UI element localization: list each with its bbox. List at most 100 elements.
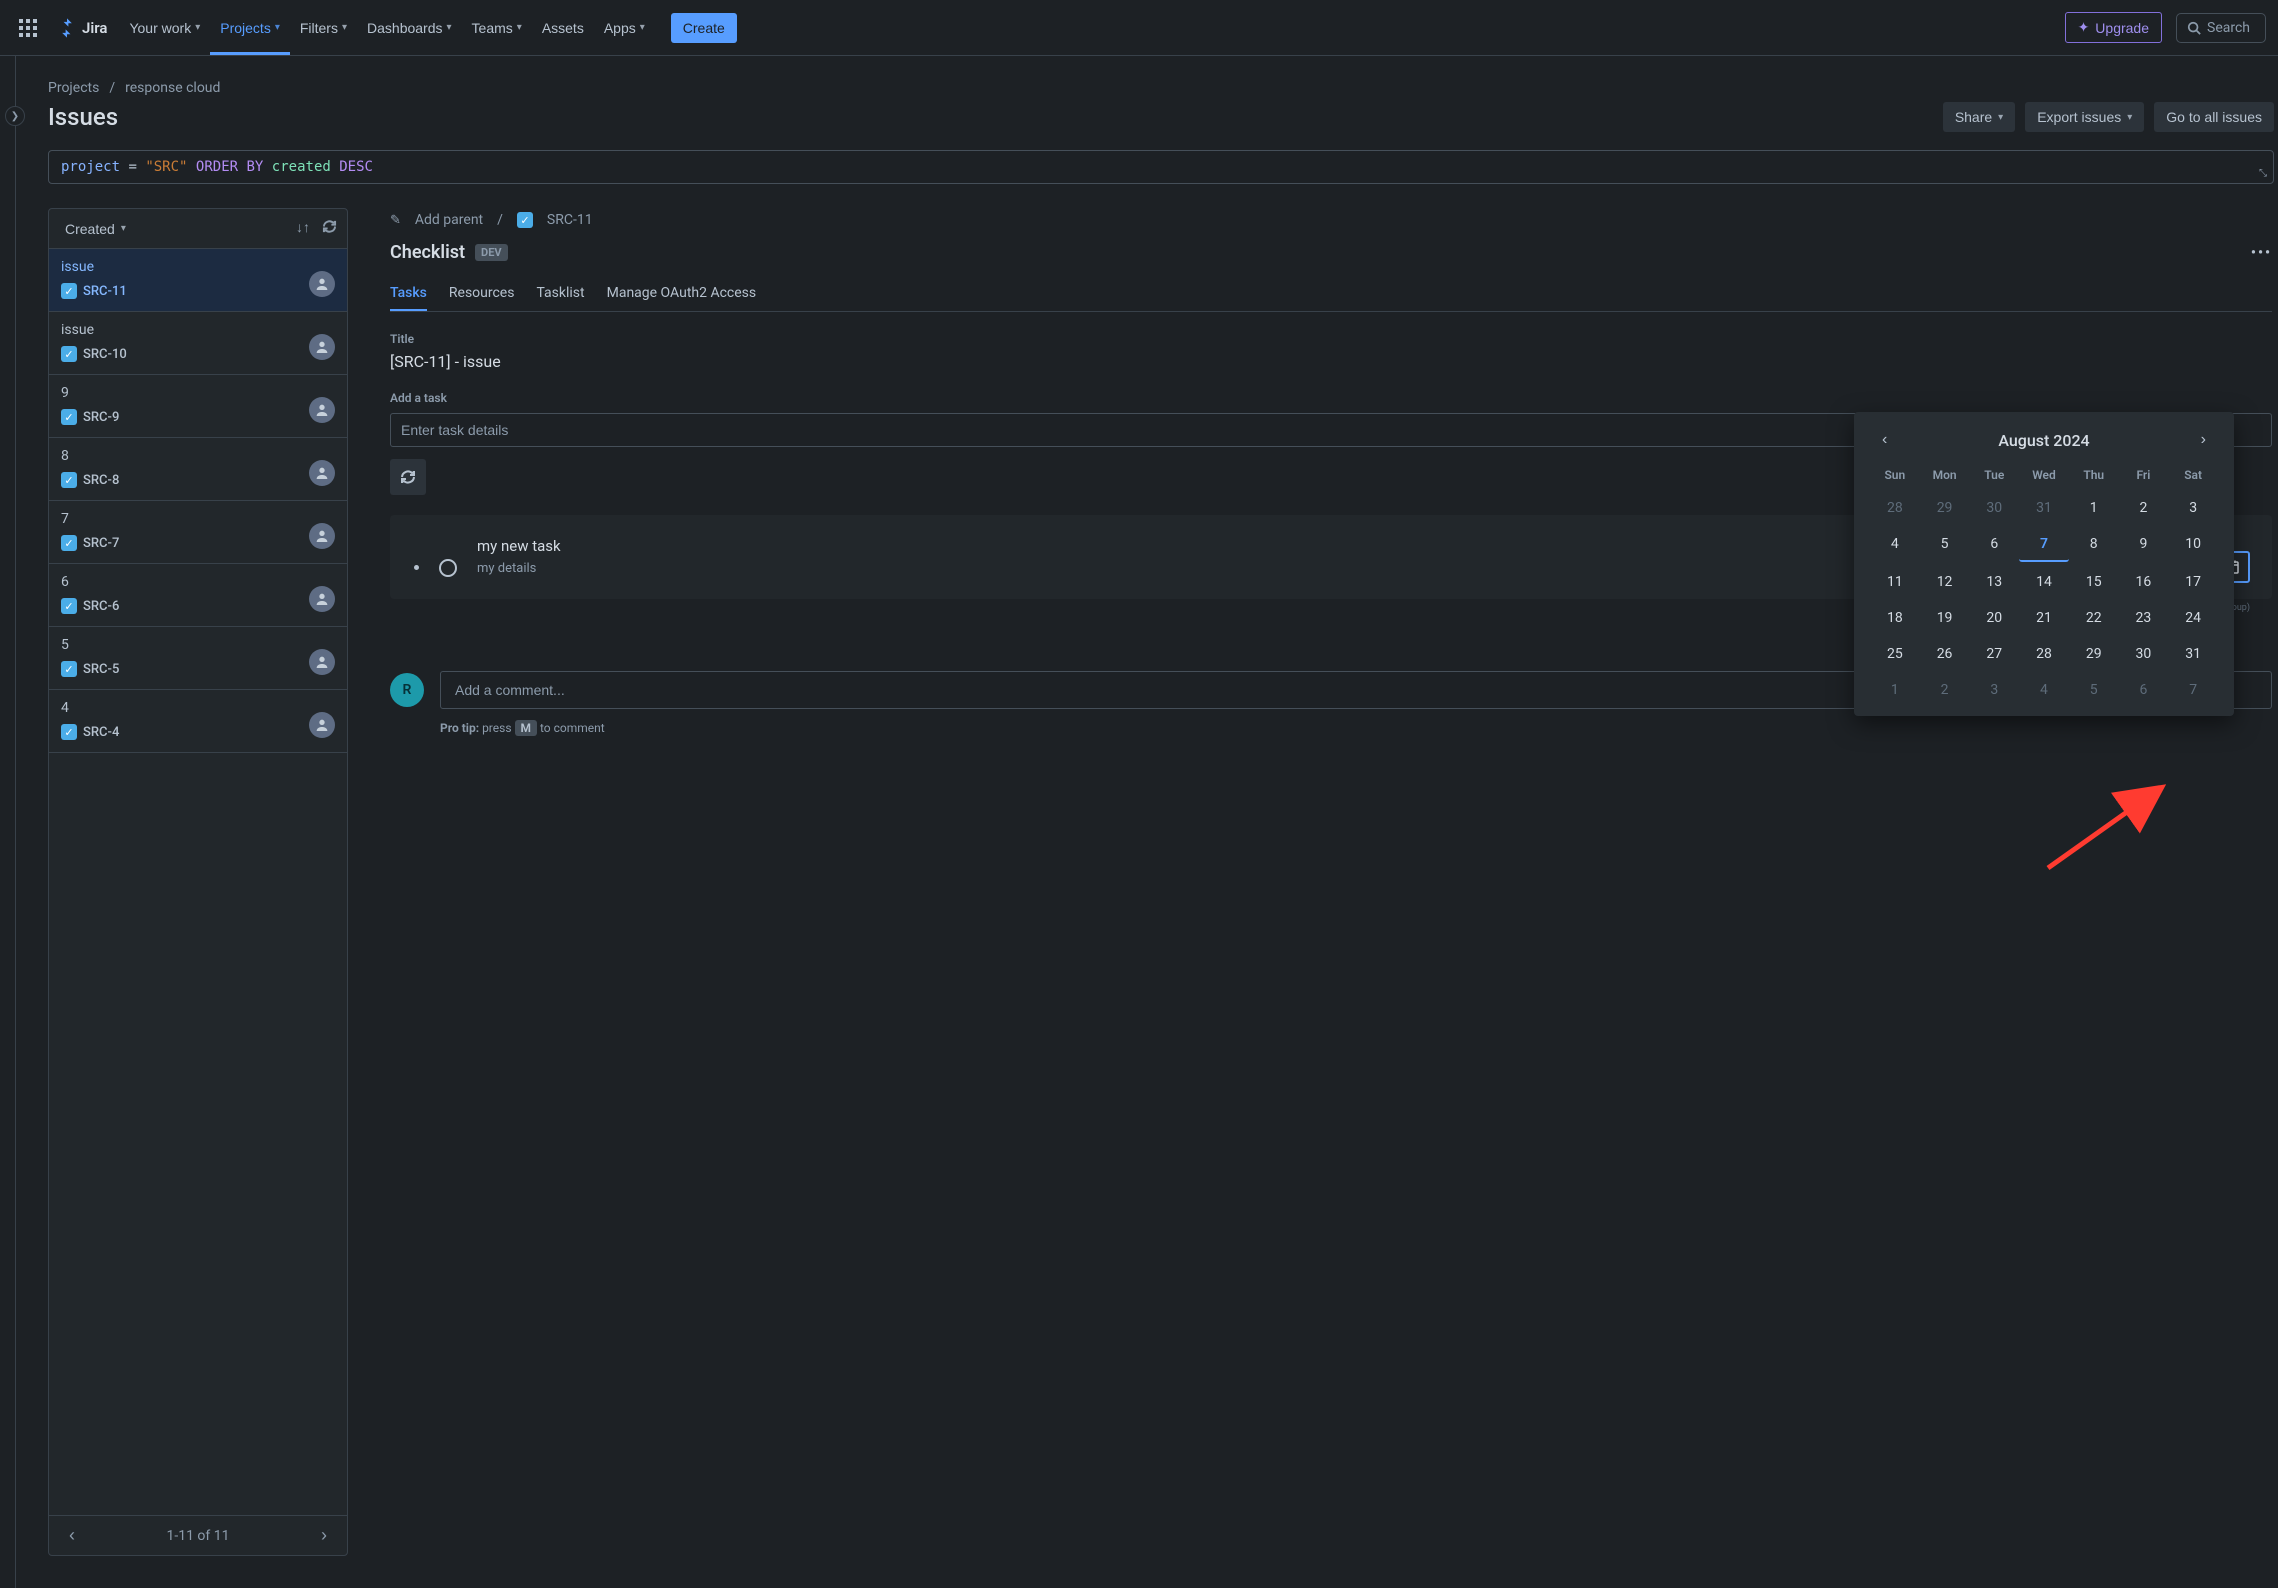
- more-actions-button[interactable]: •••: [2251, 245, 2272, 261]
- breadcrumb-projects[interactable]: Projects: [48, 80, 99, 96]
- task-status-toggle[interactable]: [439, 559, 457, 577]
- calendar-day[interactable]: 2: [1920, 674, 1970, 706]
- calendar-day[interactable]: 7: [2168, 674, 2218, 706]
- issue-summary: 5: [61, 637, 335, 653]
- calendar-day[interactable]: 6: [1969, 528, 2019, 562]
- calendar-day[interactable]: 5: [1920, 528, 1970, 562]
- assignee-avatar[interactable]: [309, 649, 335, 675]
- calendar-day[interactable]: 25: [1870, 638, 1920, 670]
- issue-row[interactable]: issue✓SRC-10: [49, 312, 347, 375]
- calendar-day[interactable]: 1: [2069, 492, 2119, 524]
- issue-row[interactable]: 7✓SRC-7: [49, 501, 347, 564]
- calendar-day[interactable]: 20: [1969, 602, 2019, 634]
- jql-editor[interactable]: project = "SRC" ORDER BY created DESC⤡: [48, 150, 2274, 184]
- calendar-day[interactable]: 26: [1920, 638, 1970, 670]
- calendar-day[interactable]: 21: [2019, 602, 2069, 634]
- export-button[interactable]: Export issues▾: [2025, 102, 2144, 132]
- add-parent-button[interactable]: Add parent: [415, 212, 483, 228]
- calendar-day[interactable]: 28: [2019, 638, 2069, 670]
- calendar-day[interactable]: 22: [2069, 602, 2119, 634]
- create-button[interactable]: Create: [671, 13, 737, 43]
- issue-row[interactable]: issue✓SRC-11: [49, 249, 347, 312]
- assignee-avatar[interactable]: [309, 523, 335, 549]
- nav-item-your-work[interactable]: Your work▾: [119, 0, 210, 55]
- tab-manage-oauth2-access[interactable]: Manage OAuth2 Access: [607, 277, 757, 311]
- assignee-avatar[interactable]: [309, 397, 335, 423]
- calendar-day[interactable]: 12: [1920, 566, 1970, 598]
- calendar-day[interactable]: 1: [1870, 674, 1920, 706]
- calendar-day[interactable]: 5: [2069, 674, 2119, 706]
- jira-logo[interactable]: Jira: [48, 17, 115, 39]
- sort-direction-icon[interactable]: ↓↑: [296, 219, 310, 238]
- calendar-day[interactable]: 29: [2069, 638, 2119, 670]
- refresh-tasks-button[interactable]: [390, 459, 426, 495]
- refresh-list-icon[interactable]: [322, 219, 337, 238]
- calendar-day[interactable]: 6: [2119, 674, 2169, 706]
- assignee-avatar[interactable]: [309, 460, 335, 486]
- calendar-day[interactable]: 4: [1870, 528, 1920, 562]
- calendar-day[interactable]: 3: [2168, 492, 2218, 524]
- nav-item-projects[interactable]: Projects▾: [210, 0, 290, 55]
- calendar-day[interactable]: 7: [2019, 528, 2069, 562]
- calendar-day[interactable]: 3: [1969, 674, 2019, 706]
- edit-icon[interactable]: ✎: [390, 213, 401, 228]
- assignee-avatar[interactable]: [309, 271, 335, 297]
- calendar-day[interactable]: 23: [2119, 602, 2169, 634]
- assignee-avatar[interactable]: [309, 712, 335, 738]
- nav-item-filters[interactable]: Filters▾: [290, 0, 357, 55]
- task-detail: my details: [477, 561, 561, 576]
- calendar-day[interactable]: 11: [1870, 566, 1920, 598]
- tab-resources[interactable]: Resources: [449, 277, 515, 311]
- calendar-day[interactable]: 13: [1969, 566, 2019, 598]
- calendar-day[interactable]: 24: [2168, 602, 2218, 634]
- nav-item-apps[interactable]: Apps▾: [594, 0, 655, 55]
- calendar-day[interactable]: 19: [1920, 602, 1970, 634]
- goto-all-issues-button[interactable]: Go to all issues: [2154, 102, 2274, 132]
- calendar-day[interactable]: 31: [2019, 492, 2069, 524]
- protip: Pro tip: press M to comment: [440, 721, 2272, 735]
- calendar-day[interactable]: 9: [2119, 528, 2169, 562]
- calendar-next-button[interactable]: ›: [2195, 430, 2212, 450]
- jql-resize-icon[interactable]: ⤡: [2259, 168, 2267, 179]
- bullet-icon: [414, 565, 419, 570]
- sort-button[interactable]: Created▾: [59, 220, 132, 238]
- calendar-day[interactable]: 16: [2119, 566, 2169, 598]
- nav-item-assets[interactable]: Assets: [532, 0, 594, 55]
- search-input[interactable]: Search: [2176, 13, 2266, 43]
- tab-tasklist[interactable]: Tasklist: [536, 277, 584, 311]
- calendar-prev-button[interactable]: ‹: [1876, 430, 1893, 450]
- share-button[interactable]: Share▾: [1943, 102, 2015, 132]
- calendar-day[interactable]: 28: [1870, 492, 1920, 524]
- nav-item-teams[interactable]: Teams▾: [462, 0, 532, 55]
- calendar-day[interactable]: 14: [2019, 566, 2069, 598]
- issue-row[interactable]: 5✓SRC-5: [49, 627, 347, 690]
- issue-row[interactable]: 4✓SRC-4: [49, 690, 347, 753]
- issue-row[interactable]: 9✓SRC-9: [49, 375, 347, 438]
- calendar-day[interactable]: 8: [2069, 528, 2119, 562]
- issue-row[interactable]: 8✓SRC-8: [49, 438, 347, 501]
- calendar-day[interactable]: 2: [2119, 492, 2169, 524]
- next-page-button[interactable]: ›: [315, 1524, 333, 1547]
- calendar-day[interactable]: 30: [2119, 638, 2169, 670]
- calendar-day[interactable]: 27: [1969, 638, 2019, 670]
- assignee-avatar[interactable]: [309, 586, 335, 612]
- calendar-day[interactable]: 30: [1969, 492, 2019, 524]
- prev-page-button[interactable]: ‹: [63, 1524, 81, 1547]
- calendar-day[interactable]: 17: [2168, 566, 2218, 598]
- issue-row[interactable]: 6✓SRC-6: [49, 564, 347, 627]
- dev-badge: DEV: [475, 244, 508, 261]
- calendar-day[interactable]: 15: [2069, 566, 2119, 598]
- upgrade-button[interactable]: ✦ Upgrade: [2065, 12, 2162, 43]
- breadcrumb-project[interactable]: response cloud: [125, 80, 220, 96]
- assignee-avatar[interactable]: [309, 334, 335, 360]
- calendar-day[interactable]: 31: [2168, 638, 2218, 670]
- tab-tasks[interactable]: Tasks: [390, 277, 427, 311]
- nav-item-dashboards[interactable]: Dashboards▾: [357, 0, 462, 55]
- app-switcher-icon[interactable]: [12, 12, 44, 44]
- calendar-day[interactable]: 18: [1870, 602, 1920, 634]
- issue-key-breadcrumb[interactable]: SRC-11: [547, 212, 593, 228]
- calendar-day[interactable]: 10: [2168, 528, 2218, 562]
- title-label: Title: [390, 332, 2272, 346]
- calendar-day[interactable]: 4: [2019, 674, 2069, 706]
- calendar-day[interactable]: 29: [1920, 492, 1970, 524]
